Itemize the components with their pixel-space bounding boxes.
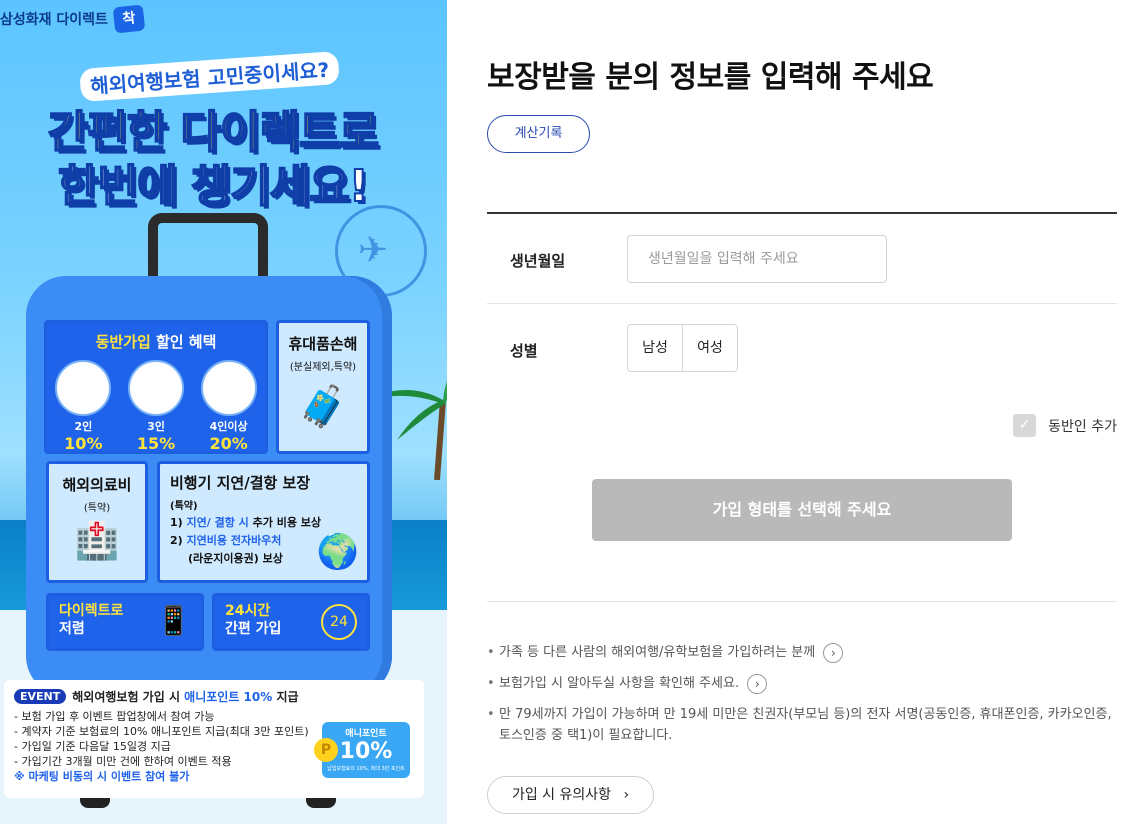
globe-icon: 🌍 bbox=[316, 532, 359, 572]
flight-line1-a: 1) bbox=[170, 516, 187, 529]
chevron-right-icon[interactable]: › bbox=[823, 642, 844, 663]
brand-badge: 착 bbox=[112, 4, 146, 34]
page-title: 보장받을 분의 정보를 입력해 주세요 bbox=[487, 60, 934, 95]
discount-tier-percent: 20% bbox=[209, 434, 248, 453]
promo-banner[interactable]: 삼성화재 다이렉트 착 해외여행보험 고민중이세요? 간편한 다이렉트로 한번에… bbox=[0, 0, 447, 824]
notice-text: 가족 등 다른 사람의 해외여행/유학보험을 가입하려는 분께 bbox=[499, 645, 816, 660]
cat-icon: 🐱 bbox=[200, 360, 257, 416]
discount-tier-percent: 10% bbox=[64, 434, 103, 453]
gender-label: 성별 bbox=[510, 342, 538, 360]
flight-line2-a: 2) bbox=[170, 534, 187, 547]
gender-option-male[interactable]: 남성 bbox=[628, 325, 682, 371]
discount-tier-percent: 15% bbox=[136, 434, 176, 453]
calc-history-button[interactable]: 계산기록 bbox=[487, 115, 590, 153]
row-divider bbox=[487, 303, 1117, 304]
group-discount-title-rest: 할인 혜택 bbox=[150, 333, 217, 351]
medical-title: 해외의료비 bbox=[62, 476, 132, 494]
discount-tier-label: 2인 bbox=[74, 420, 93, 433]
belongings-card: 휴대품손해 (분실제외,특약) 🧳 bbox=[276, 320, 370, 454]
anypoint-card: P 애니포인트 10% 납입보험료의 10%, 최대 3만 포인트 bbox=[314, 722, 410, 778]
flight-line1-b: 지연/ 결항 시 bbox=[186, 516, 249, 529]
caution-button[interactable]: 가입 시 유의사항 › bbox=[487, 776, 654, 814]
airplane-icon: ✈ bbox=[358, 230, 389, 271]
cheap-card: 다이렉트로 저렴 📱 bbox=[46, 593, 204, 651]
event-head-a: 해외여행보험 가입 시 bbox=[72, 690, 185, 704]
flight-delay-sub: (특약) bbox=[170, 501, 198, 512]
brand-name: 삼성화재 다이렉트 bbox=[0, 12, 108, 28]
group-discount-title-highlight: 동반가입 bbox=[95, 333, 151, 351]
group-discount-title: 동반가입 할인 혜택 bbox=[47, 331, 265, 352]
chevron-right-icon[interactable]: › bbox=[747, 673, 768, 694]
phone-check-icon: 📱 bbox=[156, 604, 191, 637]
event-head-text: 해외여행보험 가입 시 애니포인트 10% 지급 bbox=[72, 688, 298, 705]
clock-24-icon: 24 bbox=[321, 604, 357, 640]
discount-tier: 🐱 4인이상 20% bbox=[197, 360, 261, 453]
caution-button-label: 가입 시 유의사항 bbox=[511, 787, 611, 803]
hospital-icon: 🏥 bbox=[74, 521, 120, 562]
section-divider bbox=[487, 601, 1117, 602]
cat-icon: 🐱 bbox=[55, 360, 112, 416]
luggage-icon: 🧳 bbox=[298, 384, 348, 430]
birth-label: 생년월일 bbox=[510, 252, 566, 270]
gender-selector: 남성 여성 bbox=[627, 324, 738, 372]
belongings-title: 휴대품손해 bbox=[288, 335, 358, 353]
gender-option-female[interactable]: 여성 bbox=[682, 325, 737, 371]
point-coin-icon: P bbox=[314, 738, 338, 762]
notice-text: 보험가입 시 알아두실 사항을 확인해 주세요. bbox=[499, 676, 740, 691]
add-companion-toggle[interactable]: ✓ 동반인 추가 bbox=[1013, 414, 1117, 437]
suitcase-handle bbox=[148, 213, 268, 283]
notice-list: 가족 등 다른 사람의 해외여행/유학보험을 가입하려는 분께 › 보험가입 시… bbox=[487, 642, 1117, 756]
group-discount-card: 동반가입 할인 혜택 🐱 2인 10% 🐱 3인 15% 🐱 4인이상 20% bbox=[44, 320, 268, 454]
event-head-b: 애니포인트 10% bbox=[184, 690, 273, 704]
event-head-c: 지급 bbox=[272, 690, 299, 704]
form-top-divider bbox=[487, 212, 1117, 214]
event-tag: EVENT bbox=[14, 689, 67, 704]
add-companion-label: 동반인 추가 bbox=[1048, 418, 1117, 435]
submit-button[interactable]: 가입 형태를 선택해 주세요 bbox=[592, 479, 1012, 541]
discount-tier: 🐱 2인 10% bbox=[51, 360, 115, 453]
notice-item: 가족 등 다른 사람의 해외여행/유학보험을 가입하려는 분께 › bbox=[487, 642, 1117, 663]
banner-headline-2: 한번에 챙기세요! bbox=[57, 160, 370, 213]
discount-tier-label: 3인 bbox=[147, 420, 165, 433]
discount-tier-label: 4인이상 bbox=[209, 420, 248, 433]
cat-icon: 🐱 bbox=[127, 360, 184, 416]
flight-delay-line-1: 1) 지연/ 결항 시 추가 비용 보상 bbox=[170, 514, 357, 530]
anytime-card: 24시간 간편 가입 24 bbox=[212, 593, 370, 651]
notice-item: 만 79세까지 가입이 가능하며 만 19세 미만은 친권자(부모님 등)의 전… bbox=[487, 704, 1117, 746]
flight-delay-card: 비행기 지연/결항 보장 (특약) 1) 지연/ 결항 시 추가 비용 보상 2… bbox=[157, 461, 370, 583]
page: 삼성화재 다이렉트 착 해외여행보험 고민중이세요? 간편한 다이렉트로 한번에… bbox=[0, 0, 1130, 824]
checkbox-icon[interactable]: ✓ bbox=[1013, 414, 1037, 437]
event-box: EVENT 해외여행보험 가입 시 애니포인트 10% 지급 - 보험 가입 후… bbox=[4, 680, 424, 798]
chevron-right-icon: › bbox=[623, 787, 630, 803]
event-head: EVENT 해외여행보험 가입 시 애니포인트 10% 지급 bbox=[14, 688, 414, 705]
notice-text: 만 79세까지 가입이 가능하며 만 19세 미만은 친권자(부모님 등)의 전… bbox=[499, 707, 1112, 743]
flight-line1-c: 추가 비용 보상 bbox=[248, 516, 322, 529]
flight-line2-b: 지연비용 전자바우처 bbox=[186, 534, 282, 547]
brand-logo: 삼성화재 다이렉트 착 bbox=[0, 4, 146, 34]
flight-delay-title: 비행기 지연/결항 보장 bbox=[170, 474, 311, 492]
anypoint-fine-print: 납입보험료의 10%, 최대 3만 포인트 bbox=[327, 766, 405, 772]
anypoint-label: 애니포인트 bbox=[345, 729, 387, 739]
birthdate-input[interactable] bbox=[627, 235, 887, 283]
banner-tagline: 해외여행보험 고민중이세요? bbox=[79, 50, 341, 103]
medical-sub: (특약) bbox=[83, 503, 111, 514]
discount-tier: 🐱 3인 15% bbox=[124, 360, 188, 453]
medical-card: 해외의료비 (특약) 🏥 bbox=[46, 461, 148, 583]
belongings-sub: (분실제외,특약) bbox=[289, 362, 357, 373]
notice-item: 보험가입 시 알아두실 사항을 확인해 주세요. › bbox=[487, 673, 1117, 694]
